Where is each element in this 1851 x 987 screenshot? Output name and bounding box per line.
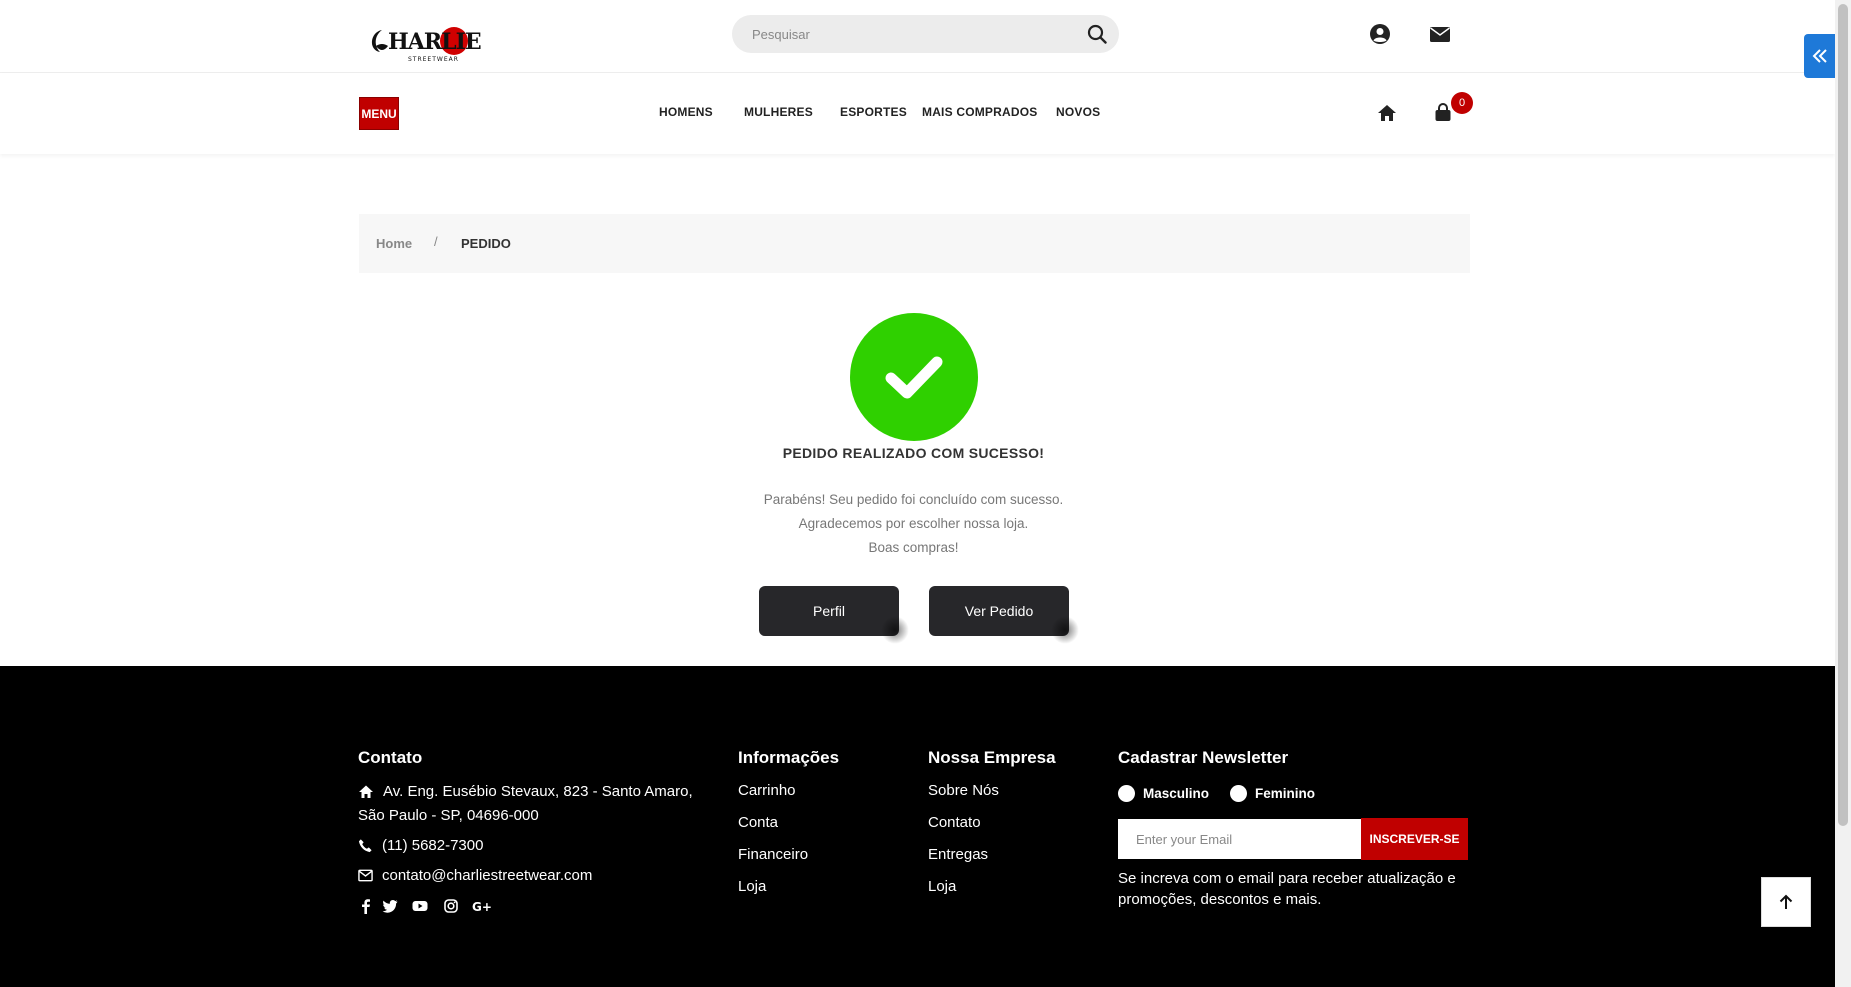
envelope-icon[interactable] bbox=[1428, 22, 1452, 46]
success-message-line: Boas compras! bbox=[868, 540, 959, 555]
footer-link-contato[interactable]: Contato bbox=[928, 814, 981, 831]
facebook-icon[interactable] bbox=[358, 898, 374, 914]
breadcrumb-current: PEDIDO bbox=[461, 236, 511, 251]
view-order-button[interactable]: Ver Pedido bbox=[929, 586, 1079, 644]
button-shadow bbox=[881, 616, 909, 644]
footer-company-heading: Nossa Empresa bbox=[928, 748, 1056, 767]
phone-icon bbox=[358, 839, 372, 853]
radio-circle[interactable] bbox=[1118, 785, 1135, 802]
nav-link-mais-comprados[interactable]: MAIS COMPRADOS bbox=[922, 105, 1037, 119]
footer-email[interactable]: contato@charliestreetwear.com bbox=[382, 864, 592, 888]
search-icon[interactable] bbox=[1087, 24, 1107, 44]
footer-link-carrinho[interactable]: Carrinho bbox=[738, 782, 796, 799]
home-icon[interactable] bbox=[1376, 102, 1398, 124]
breadcrumb-home[interactable]: Home bbox=[376, 236, 412, 251]
breadcrumb: Home / PEDIDO bbox=[359, 214, 1470, 273]
breadcrumb-separator: / bbox=[434, 234, 438, 249]
footer-contact-heading: Contato bbox=[358, 748, 423, 767]
user-circle-icon[interactable] bbox=[1368, 22, 1392, 46]
footer-link-loja[interactable]: Loja bbox=[738, 878, 766, 895]
radio-circle[interactable] bbox=[1230, 785, 1247, 802]
youtube-icon[interactable] bbox=[412, 898, 428, 914]
radio-masculino[interactable]: Masculino bbox=[1118, 785, 1209, 802]
scroll-to-top-button[interactable] bbox=[1761, 877, 1811, 927]
footer: Contato Av. Eng. Eusébio Stevaux, 823 - … bbox=[0, 666, 1835, 987]
success-message-line: Parabéns! Seu pedido foi concluído com s… bbox=[763, 492, 1064, 507]
side-panel-toggle[interactable] bbox=[1804, 34, 1835, 78]
svg-text:STREETWEAR: STREETWEAR bbox=[408, 56, 459, 63]
twitter-icon[interactable] bbox=[382, 898, 398, 914]
search-bar bbox=[732, 15, 1119, 53]
footer-link-sobre-nos[interactable]: Sobre Nós bbox=[928, 782, 999, 799]
envelope-icon bbox=[358, 869, 373, 882]
footer-link-entregas[interactable]: Entregas bbox=[928, 846, 988, 863]
footer-address: Av. Eng. Eusébio Stevaux, 823 - Santo Am… bbox=[358, 783, 693, 824]
instagram-icon[interactable] bbox=[443, 898, 459, 914]
radio-label: Feminino bbox=[1255, 786, 1315, 801]
scrollbar-thumb[interactable] bbox=[1838, 4, 1848, 826]
main-nav: MENU HOMENS MULHERES ESPORTES MAIS COMPR… bbox=[0, 73, 1835, 154]
footer-link-loja-empresa[interactable]: Loja bbox=[928, 878, 956, 895]
radio-feminino[interactable]: Feminino bbox=[1230, 785, 1315, 802]
newsletter-description: Se increva com o email para receber atua… bbox=[1118, 870, 1456, 908]
nav-link-homens[interactable]: HOMENS bbox=[659, 105, 713, 119]
view-order-button-label: Ver Pedido bbox=[964, 603, 1034, 619]
success-check-icon bbox=[850, 313, 978, 441]
menu-button[interactable]: MENU bbox=[359, 97, 399, 130]
search-input[interactable] bbox=[750, 15, 1070, 53]
footer-link-conta[interactable]: Conta bbox=[738, 814, 778, 831]
success-title: PEDIDO REALIZADO COM SUCESSO! bbox=[782, 445, 1045, 461]
double-chevron-left-icon bbox=[1812, 49, 1827, 63]
radio-label: Masculino bbox=[1143, 786, 1210, 801]
footer-phone[interactable]: (11) 5682-7300 bbox=[382, 834, 483, 858]
arrow-up-icon bbox=[1779, 894, 1793, 909]
button-shadow bbox=[1051, 616, 1079, 644]
newsletter-email-input[interactable] bbox=[1118, 819, 1361, 859]
success-message-line: Agradecemos por escolher nossa loja. bbox=[798, 516, 1029, 531]
footer-link-financeiro[interactable]: Financeiro bbox=[738, 846, 808, 863]
footer-newsletter-heading: Cadastrar Newsletter bbox=[1118, 748, 1289, 767]
google-plus-icon[interactable]: G+ bbox=[472, 898, 492, 914]
profile-button[interactable]: Perfil bbox=[759, 586, 909, 644]
subscribe-button[interactable]: INSCREVER-SE bbox=[1361, 818, 1468, 860]
brand-logo[interactable]: HARLIE STREETWEAR bbox=[366, 16, 486, 64]
svg-text:HARLIE: HARLIE bbox=[388, 29, 481, 55]
svg-text:G+: G+ bbox=[472, 900, 492, 914]
profile-button-label: Perfil bbox=[813, 603, 845, 619]
cart-count-badge: 0 bbox=[1451, 92, 1473, 114]
nav-link-esportes[interactable]: ESPORTES bbox=[840, 105, 907, 119]
nav-link-novos[interactable]: NOVOS bbox=[1056, 105, 1100, 119]
top-header: HARLIE STREETWEAR bbox=[0, 0, 1835, 73]
footer-info-heading: Informações bbox=[738, 748, 840, 767]
nav-link-mulheres[interactable]: MULHERES bbox=[744, 105, 813, 119]
